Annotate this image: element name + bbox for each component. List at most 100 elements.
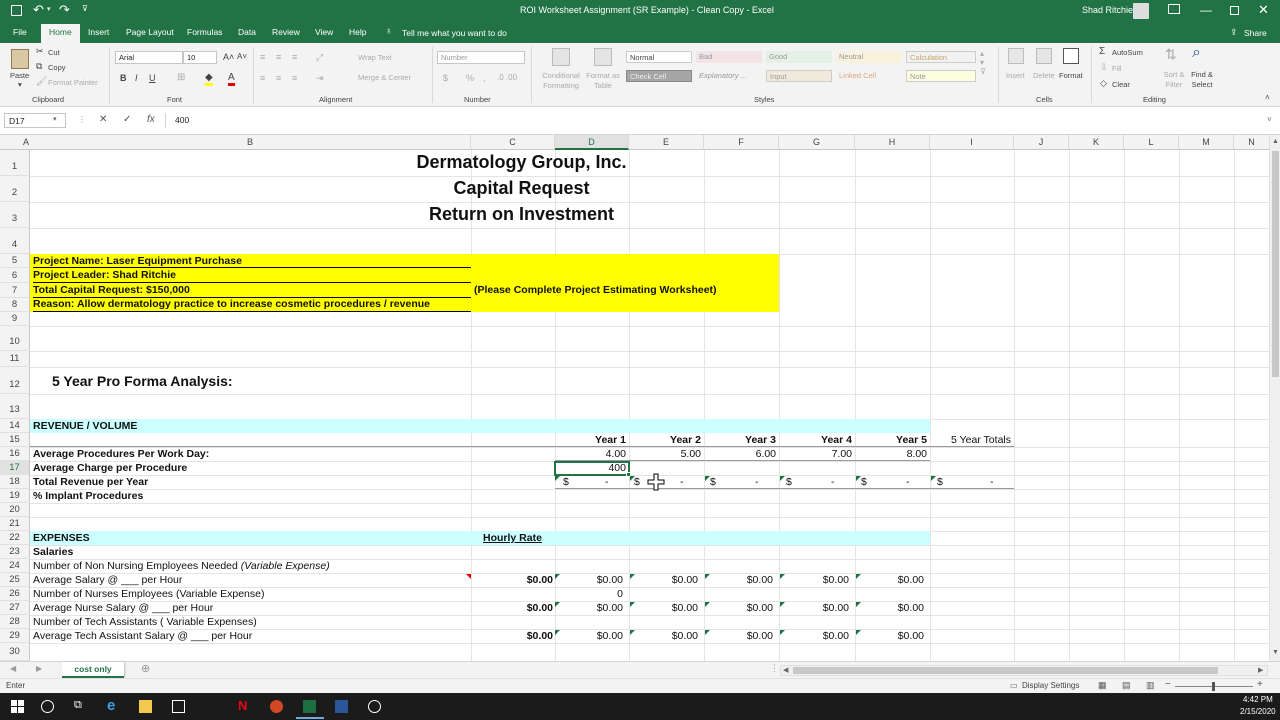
column-header-d[interactable]: D [555, 135, 629, 150]
recorder-icon[interactable] [368, 700, 381, 713]
horizontal-scroll-thumb[interactable] [793, 667, 1218, 674]
error-indicator-icon[interactable] [555, 630, 560, 635]
autosum-icon[interactable]: Σ [1099, 46, 1105, 57]
confirm-entry-icon[interactable]: ✓ [123, 114, 131, 125]
revenue-y4-dollar[interactable]: $ [786, 476, 792, 488]
avg-salary-year-3[interactable]: $0.00 [704, 574, 773, 586]
align-right-icon[interactable]: ≡ [292, 73, 297, 83]
undo-icon[interactable]: ↶ [33, 2, 44, 18]
minimize-icon[interactable]: — [1200, 3, 1212, 17]
capital-request-title[interactable]: Capital Request [300, 178, 743, 199]
revenue-y2-dash[interactable]: - [680, 476, 684, 488]
error-indicator-icon[interactable] [555, 476, 560, 481]
revenue-total-dollar[interactable]: $ [937, 476, 943, 488]
avg-procedures-year-1[interactable]: 4.00 [555, 448, 626, 460]
capital-request-cell[interactable]: Total Capital Request: $150,000 [33, 284, 471, 298]
cut-button[interactable]: Cut [48, 48, 60, 57]
row-header-22[interactable]: 22 [0, 531, 30, 545]
avg-tech-salary-label[interactable]: Average Tech Assistant Salary @ ___ per … [33, 630, 252, 642]
row-header-21[interactable]: 21 [0, 517, 30, 531]
conditional-formatting-icon[interactable] [552, 48, 570, 66]
clear-button[interactable]: Clear [1112, 80, 1130, 89]
error-indicator-icon[interactable] [856, 602, 861, 607]
column-header-j[interactable]: J [1014, 135, 1069, 150]
nurses-employees-label[interactable]: Number of Nurses Employees (Variable Exp… [33, 588, 265, 600]
implant-procedures-label[interactable]: % Implant Procedures [33, 490, 143, 502]
user-name[interactable]: Shad Ritchie [1082, 5, 1133, 15]
style-linked-cell[interactable]: Linked Cell [836, 70, 902, 82]
row-header-11[interactable]: 11 [0, 351, 30, 367]
display-settings-icon[interactable]: ▭ [1010, 681, 1018, 690]
align-center-icon[interactable]: ≡ [276, 73, 281, 83]
reason-cell[interactable]: Reason: Allow dermatology practice to in… [33, 298, 471, 312]
style-check-cell[interactable]: Check Cell [626, 70, 692, 82]
file-explorer-icon[interactable] [139, 700, 152, 713]
clock-time[interactable]: 4:42 PM [1243, 695, 1273, 704]
scroll-left-icon[interactable]: ◀ [783, 666, 788, 674]
cancel-entry-icon[interactable]: ✕ [99, 114, 107, 125]
paste-button[interactable]: Paste [10, 71, 29, 80]
insert-function-icon[interactable]: fx [147, 114, 155, 125]
project-leader-cell[interactable]: Project Leader: Shad Ritchie [33, 269, 471, 283]
format-painter-icon[interactable]: 🖌 [36, 76, 47, 87]
powerpoint-icon[interactable] [270, 700, 283, 713]
style-normal[interactable]: Normal [626, 51, 692, 63]
row-header-12[interactable]: 12 [0, 367, 30, 394]
styles-scroll-icon[interactable]: ▴ ▾ ⊽ [980, 49, 986, 76]
row-header-16[interactable]: 16 [0, 447, 30, 461]
tech-assistants-label[interactable]: Number of Tech Assistants ( Variable Exp… [33, 616, 257, 628]
error-indicator-icon[interactable] [780, 476, 785, 481]
sort-filter-icon[interactable]: ⇅ [1165, 46, 1177, 63]
restore-icon[interactable] [1230, 6, 1239, 15]
tech-salary-year-5[interactable]: $0.00 [855, 630, 924, 642]
row-header-28[interactable]: 28 [0, 615, 30, 629]
column-header-l[interactable]: L [1124, 135, 1179, 150]
row-header-6[interactable]: 6 [0, 268, 30, 283]
revenue-y4-dash[interactable]: - [831, 476, 835, 488]
vertical-scroll-thumb[interactable] [1272, 151, 1279, 377]
insert-cells-button[interactable]: Insert [1006, 71, 1025, 80]
number-format-dropdown[interactable]: Number [437, 51, 525, 64]
page-layout-view-icon[interactable]: ▤ [1122, 680, 1131, 691]
row-header-13[interactable]: 13 [0, 394, 30, 419]
row-header-9[interactable]: 9 [0, 312, 30, 326]
avg-procedures-year-4[interactable]: 7.00 [779, 448, 852, 460]
company-title[interactable]: Dermatology Group, Inc. [300, 152, 743, 173]
currency-icon[interactable]: $ [443, 73, 448, 83]
style-good[interactable]: Good [766, 51, 832, 63]
error-indicator-icon[interactable] [705, 602, 710, 607]
fill-color-icon[interactable]: ◆ [205, 72, 213, 86]
column-header-k[interactable]: K [1069, 135, 1124, 150]
row-header-7[interactable]: 7 [0, 283, 30, 298]
tab-split-icon[interactable]: ⋮ [770, 663, 779, 674]
undo-dropdown-icon[interactable]: ▾ [47, 5, 51, 13]
font-color-icon[interactable]: A [228, 72, 235, 86]
tab-insert[interactable]: Insert [88, 27, 109, 37]
underline-icon[interactable]: U [149, 73, 156, 83]
revenue-y5-dollar[interactable]: $ [861, 476, 867, 488]
row-header-19[interactable]: 19 [0, 489, 30, 503]
tech-salary-year-3[interactable]: $0.00 [704, 630, 773, 642]
tab-help[interactable]: Help [349, 27, 366, 37]
column-header-g[interactable]: G [779, 135, 855, 150]
style-input[interactable]: Input [766, 70, 832, 82]
avg-procedures-year-3[interactable]: 6.00 [704, 448, 776, 460]
column-header-m[interactable]: M [1179, 135, 1234, 150]
normal-view-icon[interactable]: ▦ [1098, 680, 1107, 691]
error-indicator-icon[interactable] [780, 574, 785, 579]
selected-cell-d17[interactable]: 400 [554, 461, 630, 476]
avg-procedures-year-2[interactable]: 5.00 [629, 448, 701, 460]
horizontal-scrollbar[interactable]: ◀ ▶ [780, 665, 1268, 676]
paste-icon[interactable] [11, 49, 29, 69]
scroll-down-icon[interactable]: ▼ [1272, 649, 1279, 656]
avg-salary-year-5[interactable]: $0.00 [855, 574, 924, 586]
style-neutral[interactable]: Neutral [836, 51, 902, 63]
error-indicator-icon[interactable] [705, 630, 710, 635]
year-4-header[interactable]: Year 4 [779, 434, 852, 446]
formula-input[interactable]: 400 [165, 113, 1267, 128]
error-indicator-icon[interactable] [856, 476, 861, 481]
revenue-y1-dash[interactable]: - [605, 476, 609, 488]
zoom-out-icon[interactable]: − [1165, 679, 1171, 690]
indent-icon[interactable]: ⇥ [316, 73, 324, 84]
five-year-totals-header[interactable]: 5 Year Totals [930, 434, 1011, 446]
